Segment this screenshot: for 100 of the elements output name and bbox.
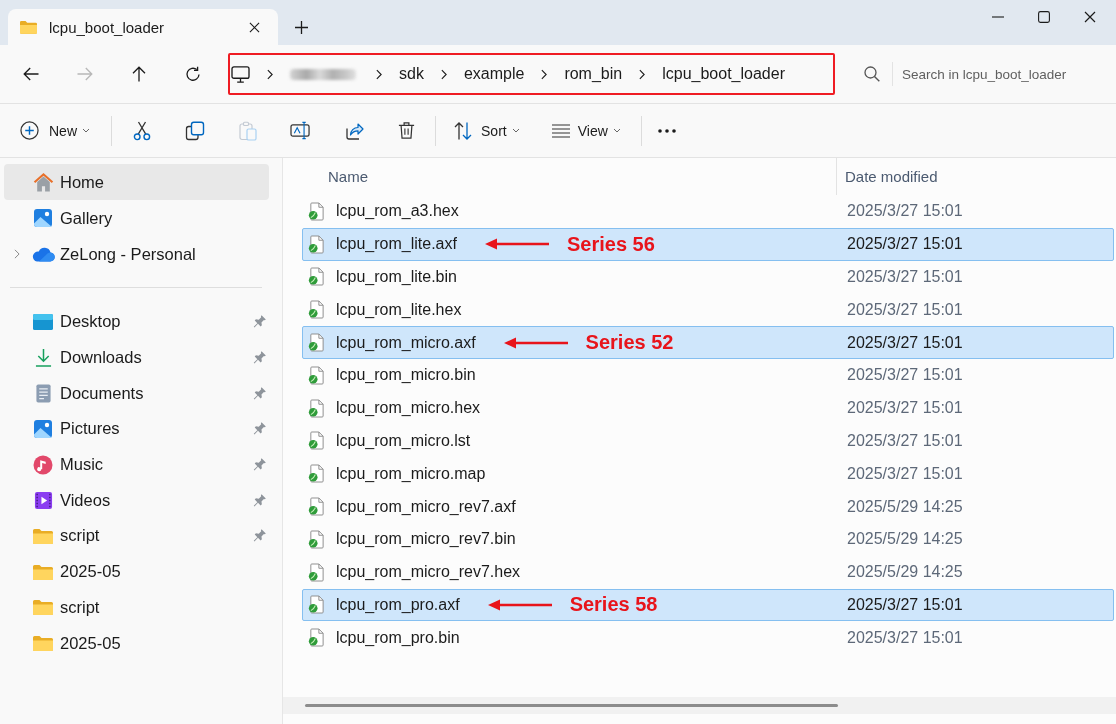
picture-icon <box>33 208 53 228</box>
rename-icon <box>290 121 311 140</box>
breadcrumb[interactable]: lcpu_boot_loader <box>662 64 785 84</box>
file-name: lcpu_rom_pro.bin <box>336 628 460 647</box>
file-icon <box>308 365 325 385</box>
sidebar-item[interactable]: Music <box>4 446 269 483</box>
file-row[interactable]: lcpu_rom_micro.hex 2025/3/27 15:01 <box>302 391 1114 425</box>
sidebar-item[interactable]: 2025-05 <box>4 625 269 661</box>
date-modified: 2025/3/27 15:01 <box>847 333 963 351</box>
date-modified: 2025/3/27 15:01 <box>847 202 963 220</box>
column-header[interactable]: Name <box>328 168 368 185</box>
close-icon <box>248 21 260 33</box>
file-name: lcpu_rom_lite.bin <box>336 268 457 286</box>
back-arrow-icon[interactable] <box>23 67 39 81</box>
folder-icon <box>33 563 53 580</box>
file-row[interactable]: lcpu_rom_lite.axf Series 56 2025/3/27 15:01 <box>302 227 1114 261</box>
picture-icon <box>33 418 53 439</box>
file-row[interactable]: lcpu_rom_pro.axf Series 58 2025/3/27 15:01 <box>302 588 1114 622</box>
refresh-icon[interactable] <box>185 66 201 82</box>
date-modified: 2025/3/27 15:01 <box>847 366 963 384</box>
file-row[interactable]: lcpu_rom_micro_rev7.bin 2025/5/29 14:25 <box>302 522 1114 556</box>
sidebar-item[interactable]: Documents <box>4 375 269 412</box>
sort-button[interactable]: Sort <box>445 112 528 149</box>
sidebar-item[interactable]: ZeLong - Personal <box>4 236 269 272</box>
chevron-icon <box>376 68 382 80</box>
file-name: lcpu_rom_micro.hex <box>336 399 481 418</box>
breadcrumb[interactable]: sdk <box>399 64 424 84</box>
file-row[interactable]: lcpu_rom_pro.bin 2025/3/27 15:01 <box>302 621 1114 655</box>
file-icon <box>308 201 325 221</box>
sidebar-item[interactable]: script <box>4 518 269 554</box>
tab[interactable]: lcpu_boot_loader <box>8 9 278 45</box>
file-row[interactable]: lcpu_rom_micro.axf Series 52 2025/3/27 15:01 <box>302 326 1114 359</box>
file-icon <box>308 628 325 648</box>
file-icon <box>308 497 325 517</box>
date-modified: 2025/5/29 14:25 <box>847 563 963 581</box>
copy-icon <box>184 120 205 141</box>
sidebar-item[interactable]: Desktop <box>4 304 269 340</box>
date-modified: 2025/3/27 15:01 <box>847 595 963 613</box>
clipboard-icon <box>237 120 258 141</box>
file-name: lcpu_rom_micro.axf <box>336 333 476 352</box>
sidebar-item[interactable]: Home <box>4 164 269 200</box>
file-icon <box>308 464 325 484</box>
annotation-label: Series 58 <box>569 593 658 617</box>
sort-arrows-icon <box>453 120 473 141</box>
search-field[interactable]: Search in lcpu_boot_loader <box>897 62 1087 86</box>
view-button[interactable]: View <box>543 112 629 149</box>
chevron-icon <box>639 68 646 80</box>
date-modified: 2025/3/27 15:01 <box>847 268 963 285</box>
minimize-icon <box>992 16 1004 18</box>
sidebar-item[interactable]: Gallery <box>4 200 269 236</box>
file-icon <box>308 529 325 549</box>
home-icon <box>32 172 54 192</box>
up-arrow-icon[interactable] <box>132 66 146 82</box>
file-name: lcpu_rom_lite.hex <box>336 300 462 319</box>
sidebar-item[interactable]: Pictures <box>4 411 269 447</box>
file-icon <box>308 234 325 254</box>
more-dots-icon <box>657 128 676 133</box>
sidebar-item[interactable]: 2025-05 <box>4 553 269 590</box>
pointer-arrow <box>503 336 568 349</box>
file-name: lcpu_rom_micro_rev7.bin <box>336 530 516 549</box>
sidebar-item[interactable]: script <box>4 589 269 626</box>
chevron-icon <box>541 68 548 80</box>
file-row[interactable]: lcpu_rom_micro.map 2025/3/27 15:01 <box>302 457 1114 491</box>
file-row[interactable]: lcpu_rom_a3.hex 2025/3/27 15:01 <box>302 195 1114 228</box>
pointer-arrow <box>487 598 552 611</box>
monitor-icon[interactable] <box>231 65 250 83</box>
file-row[interactable]: lcpu_rom_micro.lst 2025/3/27 15:01 <box>302 424 1114 458</box>
file-name: lcpu_rom_a3.hex <box>336 202 459 221</box>
file-row[interactable]: lcpu_rom_micro_rev7.hex 2025/5/29 14:25 <box>302 555 1114 589</box>
sidebar-item[interactable]: Videos <box>4 482 269 519</box>
file-name: lcpu_rom_micro.map <box>336 464 486 483</box>
scrollbar-thumb[interactable] <box>305 704 838 707</box>
annotation-label: Series 56 <box>566 232 655 256</box>
file-name: lcpu_rom_micro_rev7.hex <box>336 563 521 582</box>
document-icon <box>34 383 52 403</box>
new-button[interactable]: New <box>12 112 98 149</box>
file-name: lcpu_rom_lite.axf <box>336 235 457 254</box>
chevron-icon[interactable] <box>14 249 20 259</box>
date-modified: 2025/3/27 15:01 <box>847 300 963 318</box>
column-header[interactable]: Date modified <box>845 168 938 185</box>
film-icon <box>33 490 53 510</box>
close-icon <box>1084 11 1096 23</box>
address-bar[interactable]: sdk example rom_bin lcpu_boot_loader <box>228 53 835 95</box>
file-row[interactable]: lcpu_rom_micro_rev7.axf 2025/5/29 14:25 <box>302 490 1114 523</box>
file-row[interactable]: lcpu_rom_micro.bin 2025/3/27 15:01 <box>302 359 1114 392</box>
file-icon <box>308 595 325 615</box>
file-icon <box>308 562 325 582</box>
file-row[interactable]: lcpu_rom_lite.bin 2025/3/27 15:01 <box>302 260 1114 294</box>
horizontal-scrollbar[interactable] <box>283 697 1116 714</box>
plus-icon <box>294 20 308 34</box>
file-row[interactable]: lcpu_rom_lite.hex 2025/3/27 15:01 <box>302 293 1114 327</box>
folder-icon <box>20 20 37 34</box>
breadcrumb[interactable]: rom_bin <box>564 64 623 84</box>
breadcrumb[interactable]: example <box>463 64 525 84</box>
search-icon <box>864 66 880 82</box>
sidebar-item[interactable]: Downloads <box>4 339 269 376</box>
scissors-icon <box>131 120 152 141</box>
folder-icon <box>33 635 53 652</box>
file-name: lcpu_rom_micro.bin <box>336 366 476 385</box>
file-icon <box>308 398 325 418</box>
